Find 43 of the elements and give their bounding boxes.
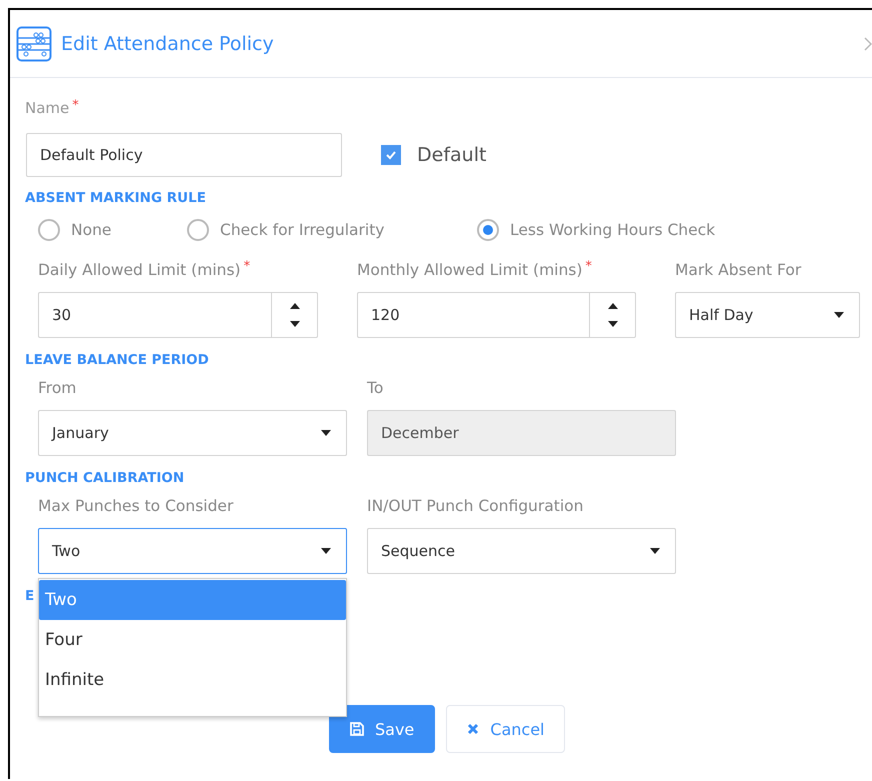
name-field[interactable]: Default Policy xyxy=(26,133,342,177)
field-label: Monthly Allowed Limit (mins) xyxy=(357,260,582,281)
field-label: Mark Absent For xyxy=(675,260,802,281)
select-field[interactable]: Half Day xyxy=(675,292,860,338)
field-label: Daily Allowed Limit (mins) xyxy=(38,260,241,281)
close-icon xyxy=(467,723,480,735)
section-heading: E xyxy=(25,587,34,605)
radio-button[interactable] xyxy=(187,219,209,241)
name-label: Name xyxy=(25,98,70,118)
dropdown-option[interactable]: Four xyxy=(39,620,346,660)
spinner-arrows-icon[interactable] xyxy=(290,302,300,328)
section-heading: LEAVE BALANCE PERIOD xyxy=(25,351,209,369)
select-field[interactable]: Sequence xyxy=(367,528,676,574)
required-asterisk: * xyxy=(72,98,79,114)
section-heading: ABSENT MARKING RULE xyxy=(25,189,206,207)
caret-icon xyxy=(321,548,331,554)
checkmark-icon xyxy=(385,149,397,161)
caret-icon xyxy=(321,430,331,436)
close-icon[interactable] xyxy=(864,37,872,51)
dialog-title: Edit Attendance Policy xyxy=(61,32,274,54)
field-label: IN/OUT Punch Configuration xyxy=(367,496,584,517)
select-field[interactable]: January xyxy=(38,410,347,456)
checkbox[interactable] xyxy=(381,145,401,165)
required-asterisk: * xyxy=(585,259,592,275)
dropdown-option[interactable]: Infinite xyxy=(39,660,346,700)
spinner-arrows-icon[interactable] xyxy=(608,302,618,328)
required-asterisk: * xyxy=(244,259,250,275)
abacus-icon xyxy=(16,26,52,62)
field-label: From xyxy=(38,378,76,399)
caret-icon xyxy=(834,312,844,318)
radio-button[interactable] xyxy=(38,219,60,241)
select-field[interactable]: Two xyxy=(38,528,347,574)
radio-label: None xyxy=(71,221,112,239)
section-heading: PUNCH CALIBRATION xyxy=(25,469,184,487)
caret-icon xyxy=(650,548,660,554)
number-field[interactable]: 120 xyxy=(357,292,636,338)
radio-label: Less Working Hours Check xyxy=(510,221,716,239)
number-field[interactable]: 30 xyxy=(38,292,318,338)
radio-button[interactable] xyxy=(477,219,499,241)
field-label: To xyxy=(367,378,384,399)
radio-label: Check for Irregularity xyxy=(220,221,384,239)
field-label: Max Punches to Consider xyxy=(38,496,234,517)
checkbox-label: Default xyxy=(417,144,486,166)
